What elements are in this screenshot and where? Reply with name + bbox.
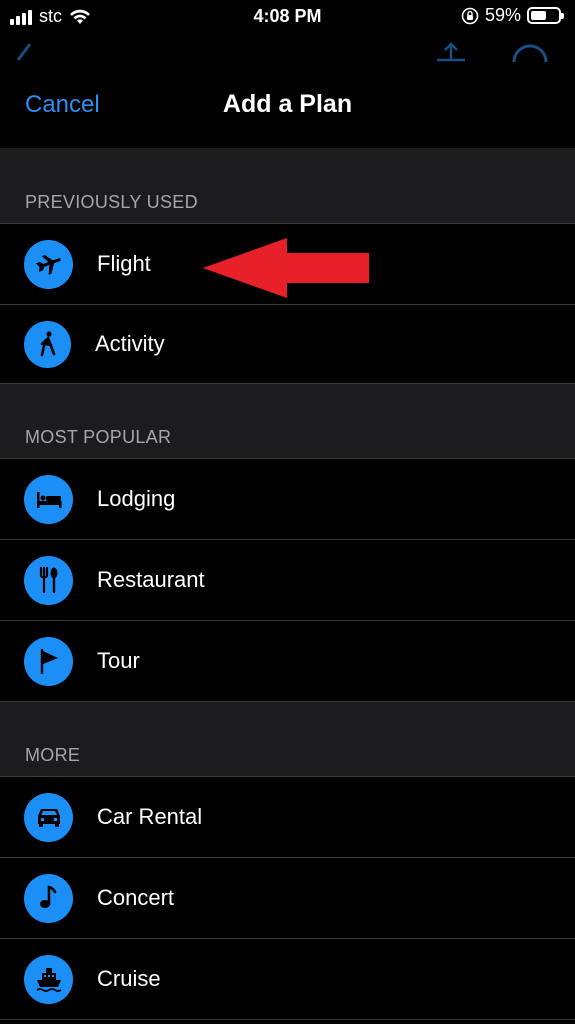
plan-item-tour[interactable]: Tour — [0, 621, 575, 702]
battery-percent: 59% — [484, 5, 521, 25]
plan-item-car-rental[interactable]: Car Rental — [0, 777, 575, 858]
battery-level — [531, 11, 547, 20]
plan-item-flight[interactable]: Flight — [0, 224, 575, 305]
nav-bar: Cancel Add a Plan — [0, 62, 575, 148]
music-note-icon — [24, 873, 73, 923]
rotation-lock-icon — [461, 7, 479, 24]
status-right: 59% — [461, 5, 564, 26]
profile-icon — [512, 44, 548, 62]
fork-spoon-icon — [24, 555, 73, 605]
airplane-icon — [24, 239, 73, 289]
ship-icon — [24, 954, 73, 1004]
share-icon — [437, 42, 465, 62]
battery-icon — [527, 7, 564, 24]
plan-item-label: Activity — [95, 331, 165, 356]
plan-item-label: Car Rental — [97, 804, 203, 829]
section-header-more: MORE — [0, 702, 575, 777]
plan-item-cruise[interactable]: Cruise — [0, 939, 575, 1020]
plan-type-list: PREVIOUSLY USED Flight Activity MOST POP… — [0, 148, 575, 1020]
bed-icon — [24, 474, 73, 524]
plan-item-label: Restaurant — [97, 567, 205, 592]
plan-item-label: Concert — [97, 885, 175, 910]
plan-item-lodging[interactable]: Lodging — [0, 459, 575, 540]
plan-item-concert[interactable]: Concert — [0, 858, 575, 939]
flag-icon — [24, 636, 73, 686]
plan-item-label: Tour — [97, 648, 140, 673]
plan-item-activity[interactable]: Activity — [0, 305, 575, 384]
plan-item-label: Cruise — [97, 966, 161, 991]
car-icon — [24, 792, 73, 842]
section-header-previously-used: PREVIOUSLY USED — [0, 148, 575, 224]
plan-item-label: Lodging — [97, 486, 176, 511]
plan-item-restaurant[interactable]: Restaurant — [0, 540, 575, 621]
walking-person-icon — [24, 320, 71, 368]
section-header-most-popular: MOST POPULAR — [0, 384, 575, 459]
plan-item-label: Flight — [97, 251, 151, 276]
cancel-button[interactable]: Cancel — [25, 91, 100, 119]
status-bar: stc 4:08 PM 59% — [0, 0, 575, 34]
edit-icon — [16, 43, 32, 61]
